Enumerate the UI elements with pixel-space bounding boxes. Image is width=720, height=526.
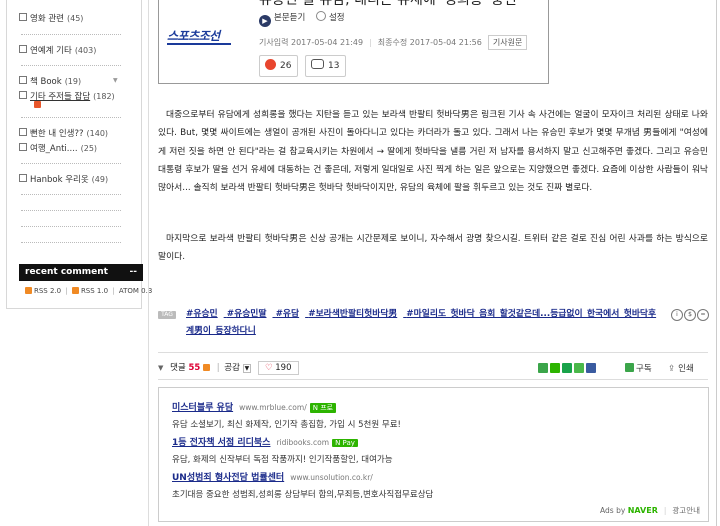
rss-icon: [625, 363, 634, 372]
rss-icon: [71, 287, 79, 294]
comment-reaction[interactable]: 13: [305, 55, 347, 77]
category-item[interactable]: 뻔한 내 인생?? (140): [19, 127, 108, 139]
divider: [158, 352, 708, 353]
folder-icon: [19, 174, 27, 182]
tag-list: #유승민 #유승민딸 #유담 #보라색반팔티헛바닥男 #마일리도_헛바닥_음회_…: [186, 306, 661, 340]
chevron-down-icon[interactable]: ▼: [158, 364, 163, 372]
tag-link[interactable]: #보라색반팔티헛바닥男: [308, 309, 397, 319]
recent-comment-header: recent comment --: [19, 264, 143, 281]
more-link[interactable]: --: [130, 264, 137, 281]
ad-item: 미스터블루 유담 www.mrblue.com/N 프로 유담 소셜보기, 최신 …: [172, 403, 401, 430]
body-paragraph: 마지막으로 보라색 반팔티 헛바닥男은 신상 공개는 시간문제로 보이니, 자수…: [158, 234, 708, 263]
tag-link[interactable]: #유승민: [186, 309, 218, 319]
heart-icon: ♡: [264, 363, 273, 373]
category-item[interactable]: Hanbok 우리옷 (49): [19, 173, 108, 185]
article-capture: 스포츠조선 유승민 딸 유담, 네티즌 유세에 '성희롱' 충언 ▶ 본문듣기 설…: [158, 0, 549, 84]
article-title: 유승민 딸 유담, 네티즌 유세에 '성희롱' 충언: [259, 0, 517, 8]
divider: [21, 226, 121, 227]
tag-link[interactable]: #유승민딸: [227, 309, 267, 319]
article-meta: 기사입력 2017-05-04 21:49 | 최종수정 2017-05-04 21…: [259, 35, 528, 50]
divider: [21, 34, 121, 35]
category-item[interactable]: 영화 관련 (45): [19, 12, 83, 24]
divider: [21, 65, 121, 66]
rss-icon: [25, 287, 32, 294]
gear-icon: [315, 11, 326, 21]
divider: [21, 194, 121, 195]
like-button[interactable]: ♡ 190: [257, 361, 299, 375]
divider: [21, 210, 121, 211]
ads-box: 미스터블루 유담 www.mrblue.com/N 프로 유담 소셜보기, 최신 …: [158, 387, 709, 522]
divider: [21, 163, 121, 164]
subscribe-button[interactable]: 구독: [625, 362, 652, 374]
share-icon[interactable]: [586, 363, 596, 373]
naver-logo: NAVER: [627, 506, 658, 515]
listen-row: ▶ 본문듣기 설정: [259, 11, 345, 27]
column-divider: [148, 0, 149, 526]
logo-underline: [167, 43, 231, 45]
comment-bubble-icon: [311, 59, 324, 69]
feed-links: RSS 2.0 | RSS 1.0 | ATOM 0.3: [25, 287, 152, 295]
folder-icon: [19, 143, 27, 151]
speaker-icon: ▶: [259, 15, 271, 27]
folder-icon: [19, 128, 27, 136]
ads-footer: Ads by NAVER | 광고안내: [600, 506, 700, 515]
rss1-link[interactable]: RSS 1.0: [81, 287, 108, 295]
ad-item: 1등 전자책 서점 리디북스 ridibooks.com N Pay 유담, 화제의…: [172, 438, 393, 465]
star-icon[interactable]: [562, 363, 572, 373]
right-border: [716, 0, 717, 526]
tag-icon: TAG: [158, 311, 176, 319]
chevron-down-icon[interactable]: ▼: [113, 77, 118, 84]
sympathy-button[interactable]: 공감: [224, 363, 240, 373]
license-icon: $: [684, 309, 696, 321]
comment-toggle[interactable]: 댓글 55: [170, 363, 200, 373]
info-icon: i: [671, 309, 683, 321]
share-icon[interactable]: [538, 363, 548, 373]
comment-bar: ▼ 댓글 55 | 공감 ▼ ♡ 190: [158, 361, 299, 375]
new-badge-icon: [34, 101, 41, 108]
share-icon[interactable]: [574, 363, 584, 373]
share-out-icon: ⇪: [668, 364, 676, 374]
category-item[interactable]: 여행_Anti.... (25): [19, 142, 97, 154]
listen-button[interactable]: 본문듣기: [274, 13, 305, 23]
category-item[interactable]: 연예계 기타 (403): [19, 44, 96, 56]
angry-reaction[interactable]: 26: [259, 55, 299, 77]
tag-link[interactable]: #유담: [276, 309, 300, 319]
folder-icon: [19, 45, 27, 53]
rss2-link[interactable]: RSS 2.0: [34, 287, 61, 295]
dropdown-icon[interactable]: ▼: [242, 364, 252, 373]
rss-icon: [202, 364, 210, 371]
ad-info-link[interactable]: 광고안내: [672, 506, 700, 515]
body-paragraph: 대중으로부터 유담에게 성희롱을 했다는 지탄을 듣고 있는 보라색 반팔티 헛…: [158, 110, 708, 194]
folder-icon: [19, 91, 27, 99]
ad-title-link[interactable]: UN성범죄 형사전담 법률센터: [172, 473, 284, 483]
angry-face-icon: [265, 59, 276, 70]
ad-item: UN성범죄 형사전담 법률센터 www.unsolution.co.kr/ 초기대…: [172, 473, 434, 500]
ad-title-link[interactable]: 1등 전자책 서점 리디북스: [172, 438, 270, 448]
share-icons: [538, 363, 598, 376]
ad-badge: N 프로: [309, 403, 337, 413]
category-item[interactable]: 책 Book (19): [19, 75, 81, 87]
setting-button[interactable]: 설정: [329, 13, 345, 23]
divider: [21, 242, 121, 243]
divider: [158, 379, 708, 380]
nd-icon: =: [697, 309, 709, 321]
folder-icon: [19, 13, 27, 21]
divider: [21, 117, 121, 118]
source-button[interactable]: 기사원문: [487, 35, 528, 50]
folder-icon: [19, 76, 27, 84]
ad-title-link[interactable]: 미스터블루 유담: [172, 403, 233, 413]
news-logo: 스포츠조선: [167, 29, 220, 43]
share-icon[interactable]: [550, 363, 560, 373]
category-item[interactable]: 기타 주저들 잡담 (182): [19, 90, 115, 102]
print-button[interactable]: ⇪ 인쇄: [668, 362, 694, 374]
sidebar: 영화 관련 (45) 연예계 기타 (403) 책 Book (19) 기타 주저들 …: [6, 0, 152, 309]
ad-badge: N Pay: [332, 439, 358, 447]
